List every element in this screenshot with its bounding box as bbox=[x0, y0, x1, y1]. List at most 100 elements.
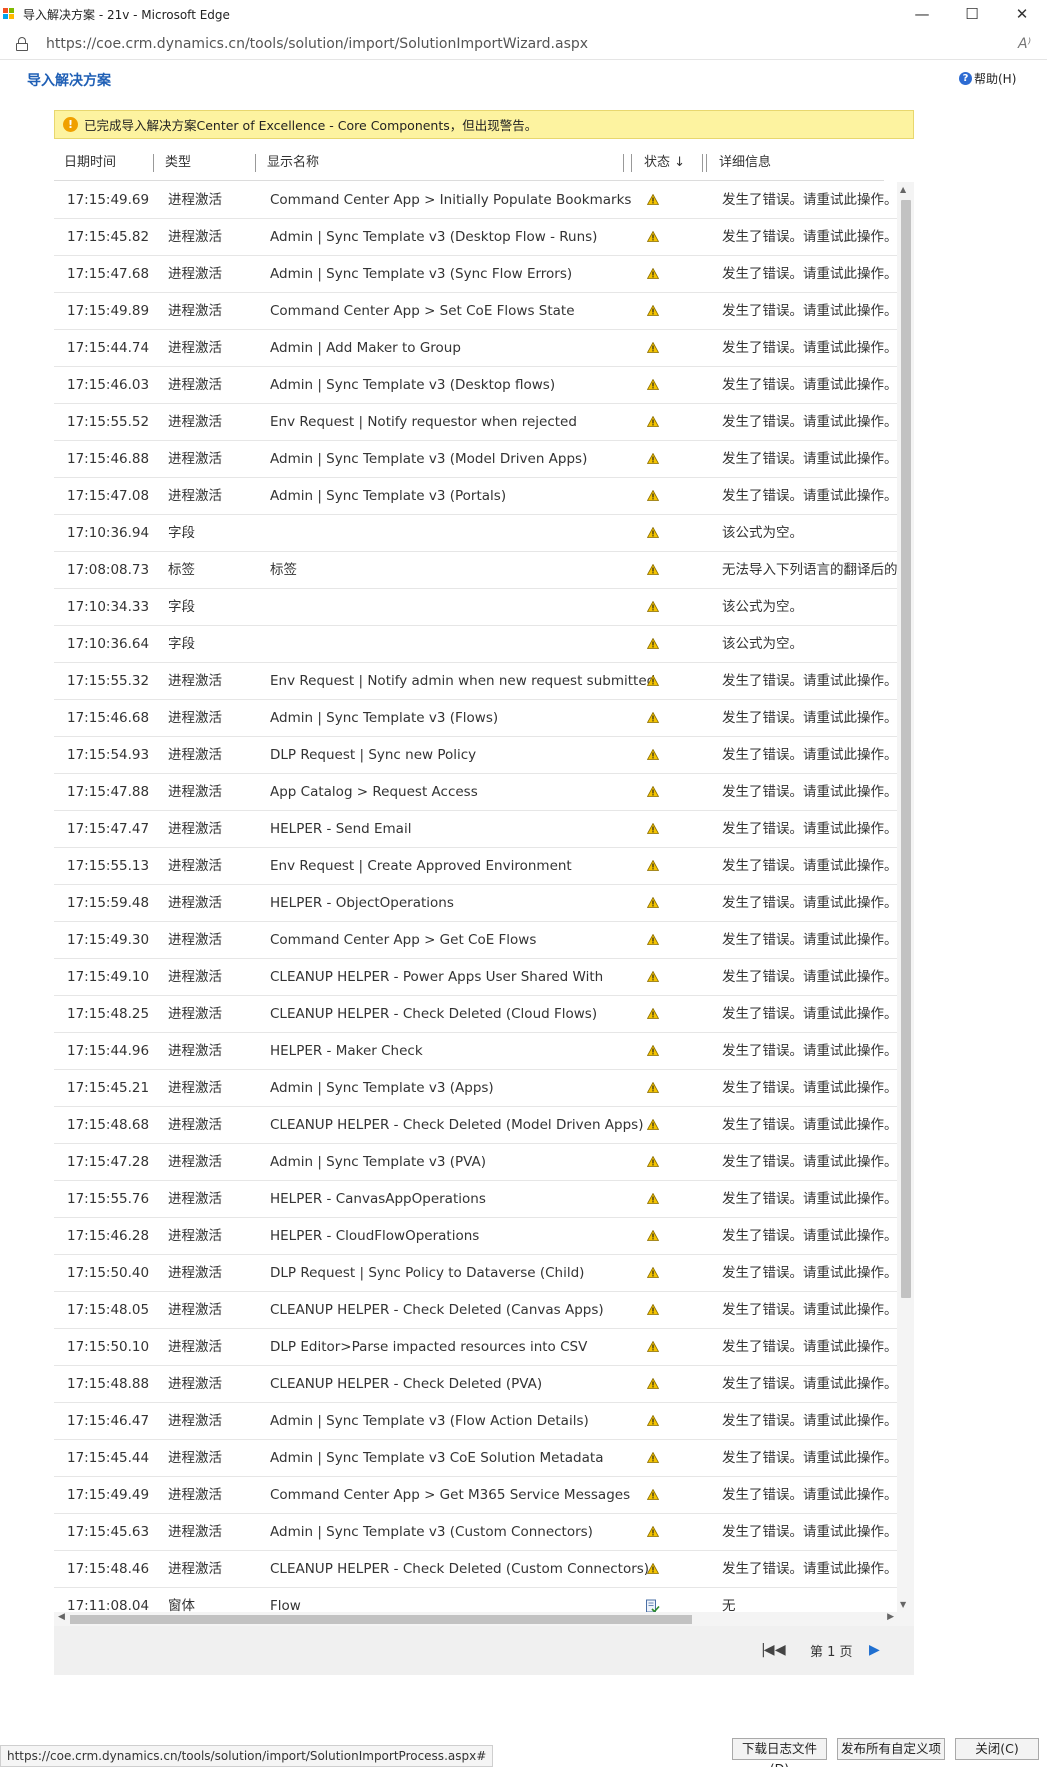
minimize-button[interactable]: — bbox=[897, 0, 947, 28]
publish-all-customizations-button[interactable]: 发布所有自定义项 bbox=[837, 1738, 945, 1760]
table-row[interactable]: 17:10:36.94 字段 该公式为空。 bbox=[54, 515, 897, 552]
first-page-icon[interactable]: |◀ ◀ bbox=[761, 1642, 786, 1658]
table-row[interactable]: 17:15:46.88 进程激活 Admin | Sync Template v3 … bbox=[54, 441, 897, 478]
warning-icon bbox=[647, 1378, 659, 1389]
table-row[interactable]: 17:15:48.68 进程激活 CLEANUP HELPER - Check De… bbox=[54, 1107, 897, 1144]
success-document-icon bbox=[646, 1599, 660, 1612]
help-link[interactable]: ? 帮助(H) bbox=[959, 70, 1016, 87]
column-header-details[interactable]: 详细信息 bbox=[719, 145, 771, 181]
table-row[interactable]: 17:15:49.10 进程激活 CLEANUP HELPER - Power Ap… bbox=[54, 959, 897, 996]
table-row[interactable]: 17:08:08.73 标签 标签 无法导入下列语言的翻译后的标 bbox=[54, 552, 897, 589]
cell-details: 发生了错误。请重试此操作。如 bbox=[722, 1561, 897, 1577]
table-row[interactable]: 17:15:48.25 进程激活 CLEANUP HELPER - Check De… bbox=[54, 996, 897, 1033]
table-row[interactable]: 17:11:08.04 窗体 Flow 无 bbox=[54, 1588, 897, 1612]
table-row[interactable]: 17:15:55.13 进程激活 Env Request | Create Appr… bbox=[54, 848, 897, 885]
lock-icon[interactable] bbox=[16, 36, 28, 51]
table-row[interactable]: 17:15:47.88 进程激活 App Catalog > Request Acc… bbox=[54, 774, 897, 811]
cell-type: 进程激活 bbox=[168, 1006, 222, 1022]
warning-icon bbox=[647, 268, 659, 279]
table-row[interactable]: 17:15:55.76 进程激活 HELPER - CanvasAppOperati… bbox=[54, 1181, 897, 1218]
column-header-type[interactable]: 类型 bbox=[165, 145, 191, 181]
cell-display-name: Env Request | Notify requestor when reje… bbox=[270, 414, 577, 430]
table-row[interactable]: 17:15:49.69 进程激活 Command Center App > Init… bbox=[54, 182, 897, 219]
table-row[interactable]: 17:15:55.52 进程激活 Env Request | Notify requ… bbox=[54, 404, 897, 441]
table-row[interactable]: 17:15:46.47 进程激活 Admin | Sync Template v3 … bbox=[54, 1403, 897, 1440]
cell-display-name bbox=[270, 626, 682, 663]
table-row[interactable]: 17:15:59.48 进程激活 HELPER - ObjectOperations… bbox=[54, 885, 897, 922]
table-row[interactable]: 17:15:48.88 进程激活 CLEANUP HELPER - Check De… bbox=[54, 1366, 897, 1403]
table-row[interactable]: 17:15:45.44 进程激活 Admin | Sync Template v3 … bbox=[54, 1440, 897, 1477]
table-row[interactable]: 17:15:48.46 进程激活 CLEANUP HELPER - Check De… bbox=[54, 1551, 897, 1588]
column-header-display-name[interactable]: 显示名称 bbox=[267, 145, 319, 181]
table-row[interactable]: 17:15:47.28 进程激活 Admin | Sync Template v3 … bbox=[54, 1144, 897, 1181]
table-row[interactable]: 17:15:49.30 进程激活 Command Center App > Get … bbox=[54, 922, 897, 959]
column-divider[interactable] bbox=[255, 154, 256, 172]
scroll-up-arrow-icon[interactable]: ▲ bbox=[900, 185, 906, 194]
warning-icon bbox=[647, 1193, 659, 1204]
table-row[interactable]: 17:15:44.74 进程激活 Admin | Add Maker to Grou… bbox=[54, 330, 897, 367]
column-divider[interactable] bbox=[153, 154, 154, 172]
table-row[interactable]: 17:15:47.68 进程激活 Admin | Sync Template v3 … bbox=[54, 256, 897, 293]
scroll-down-arrow-icon[interactable]: ▼ bbox=[900, 1600, 906, 1609]
table-row[interactable]: 17:15:45.21 进程激活 Admin | Sync Template v3 … bbox=[54, 1070, 897, 1107]
cell-type: 进程激活 bbox=[168, 1339, 222, 1355]
table-row[interactable]: 17:15:46.03 进程激活 Admin | Sync Template v3 … bbox=[54, 367, 897, 404]
table-row[interactable]: 17:15:49.89 进程激活 Command Center App > Set … bbox=[54, 293, 897, 330]
cell-display-name: Admin | Sync Template v3 (Desktop flows) bbox=[270, 377, 556, 393]
table-row[interactable]: 17:15:50.10 进程激活 DLP Editor>Parse impacted… bbox=[54, 1329, 897, 1366]
table-row[interactable]: 17:15:44.96 进程激活 HELPER - Maker Check 发生了错误… bbox=[54, 1033, 897, 1070]
column-divider[interactable] bbox=[702, 154, 703, 172]
address-bar: https://coe.crm.dynamics.cn/tools/soluti… bbox=[0, 28, 1047, 60]
cell-display-name: Admin | Sync Template v3 (Sync Flow Erro… bbox=[270, 266, 573, 282]
table-row[interactable]: 17:15:50.40 进程激活 DLP Request | Sync Policy… bbox=[54, 1255, 897, 1292]
horizontal-scroll-thumb[interactable] bbox=[70, 1615, 692, 1624]
scroll-right-arrow-icon[interactable]: ▶ bbox=[887, 1612, 894, 1622]
table-row[interactable]: 17:15:46.68 进程激活 Admin | Sync Template v3 … bbox=[54, 700, 897, 737]
cell-display-name: Flow bbox=[270, 1598, 301, 1612]
column-divider[interactable] bbox=[623, 154, 624, 172]
table-row[interactable]: 17:15:49.49 进程激活 Command Center App > Get … bbox=[54, 1477, 897, 1514]
scroll-left-arrow-icon[interactable]: ◀ bbox=[58, 1612, 65, 1622]
table-row[interactable]: 17:15:54.93 进程激活 DLP Request | Sync new Po… bbox=[54, 737, 897, 774]
maximize-button[interactable]: ☐ bbox=[947, 0, 997, 28]
close-window-button[interactable]: ✕ bbox=[997, 0, 1047, 28]
table-row[interactable]: 17:10:36.64 字段 该公式为空。 bbox=[54, 626, 897, 663]
table-row[interactable]: 17:15:45.63 进程激活 Admin | Sync Template v3 … bbox=[54, 1514, 897, 1551]
table-row[interactable]: 17:15:48.05 进程激活 CLEANUP HELPER - Check De… bbox=[54, 1292, 897, 1329]
warning-icon bbox=[647, 564, 659, 575]
cell-details: 发生了错误。请重试此操作。如 bbox=[722, 932, 897, 948]
table-row[interactable]: 17:15:47.08 进程激活 Admin | Sync Template v3 … bbox=[54, 478, 897, 515]
cell-display-name: CLEANUP HELPER - Check Deleted (Canvas A… bbox=[270, 1302, 604, 1318]
next-page-icon[interactable]: ▶ bbox=[869, 1642, 880, 1658]
table-row[interactable]: 17:15:55.32 进程激活 Env Request | Notify admi… bbox=[54, 663, 897, 700]
table-row[interactable]: 17:15:45.82 进程激活 Admin | Sync Template v3 … bbox=[54, 219, 897, 256]
warning-icon bbox=[647, 860, 659, 871]
warning-icon bbox=[647, 490, 659, 501]
column-header-status[interactable]: 状态 ↓ bbox=[644, 145, 685, 181]
url-field[interactable]: https://coe.crm.dynamics.cn/tools/soluti… bbox=[46, 36, 588, 52]
cell-display-name: Command Center App > Get CoE Flows bbox=[270, 932, 537, 948]
download-log-button[interactable]: 下载日志文件(D) bbox=[732, 1738, 827, 1767]
table-row[interactable]: 17:15:46.28 进程激活 HELPER - CloudFlowOperati… bbox=[54, 1218, 897, 1255]
column-divider[interactable] bbox=[631, 154, 632, 172]
column-divider[interactable] bbox=[706, 154, 707, 172]
warning-icon bbox=[647, 194, 659, 205]
close-button[interactable]: 关闭(C) bbox=[955, 1738, 1039, 1760]
table-row[interactable]: 17:10:34.33 字段 该公式为空。 bbox=[54, 589, 897, 626]
warning-icon bbox=[647, 1008, 659, 1019]
column-header-datetime[interactable]: 日期时间 bbox=[64, 145, 116, 181]
warning-icon bbox=[647, 1082, 659, 1093]
read-aloud-icon[interactable]: A⁾ bbox=[1018, 36, 1031, 52]
cell-datetime: 17:10:36.94 bbox=[67, 525, 150, 541]
horizontal-scrollbar[interactable]: ◀ ▶ bbox=[54, 1612, 914, 1626]
warning-icon bbox=[647, 638, 659, 649]
vertical-scrollbar[interactable]: ▲ ▼ bbox=[897, 182, 914, 1612]
cell-display-name: DLP Request | Sync Policy to Dataverse (… bbox=[270, 1265, 585, 1281]
table-row[interactable]: 17:15:47.47 进程激活 HELPER - Send Email 发生了错误。… bbox=[54, 811, 897, 848]
warning-icon bbox=[647, 1415, 659, 1426]
cell-datetime: 17:15:45.82 bbox=[67, 229, 150, 245]
warning-icon bbox=[647, 1489, 659, 1500]
cell-details: 发生了错误。请重试此操作。如 bbox=[722, 192, 897, 208]
cell-datetime: 17:15:44.74 bbox=[67, 340, 150, 356]
vertical-scroll-thumb[interactable] bbox=[901, 200, 911, 1298]
